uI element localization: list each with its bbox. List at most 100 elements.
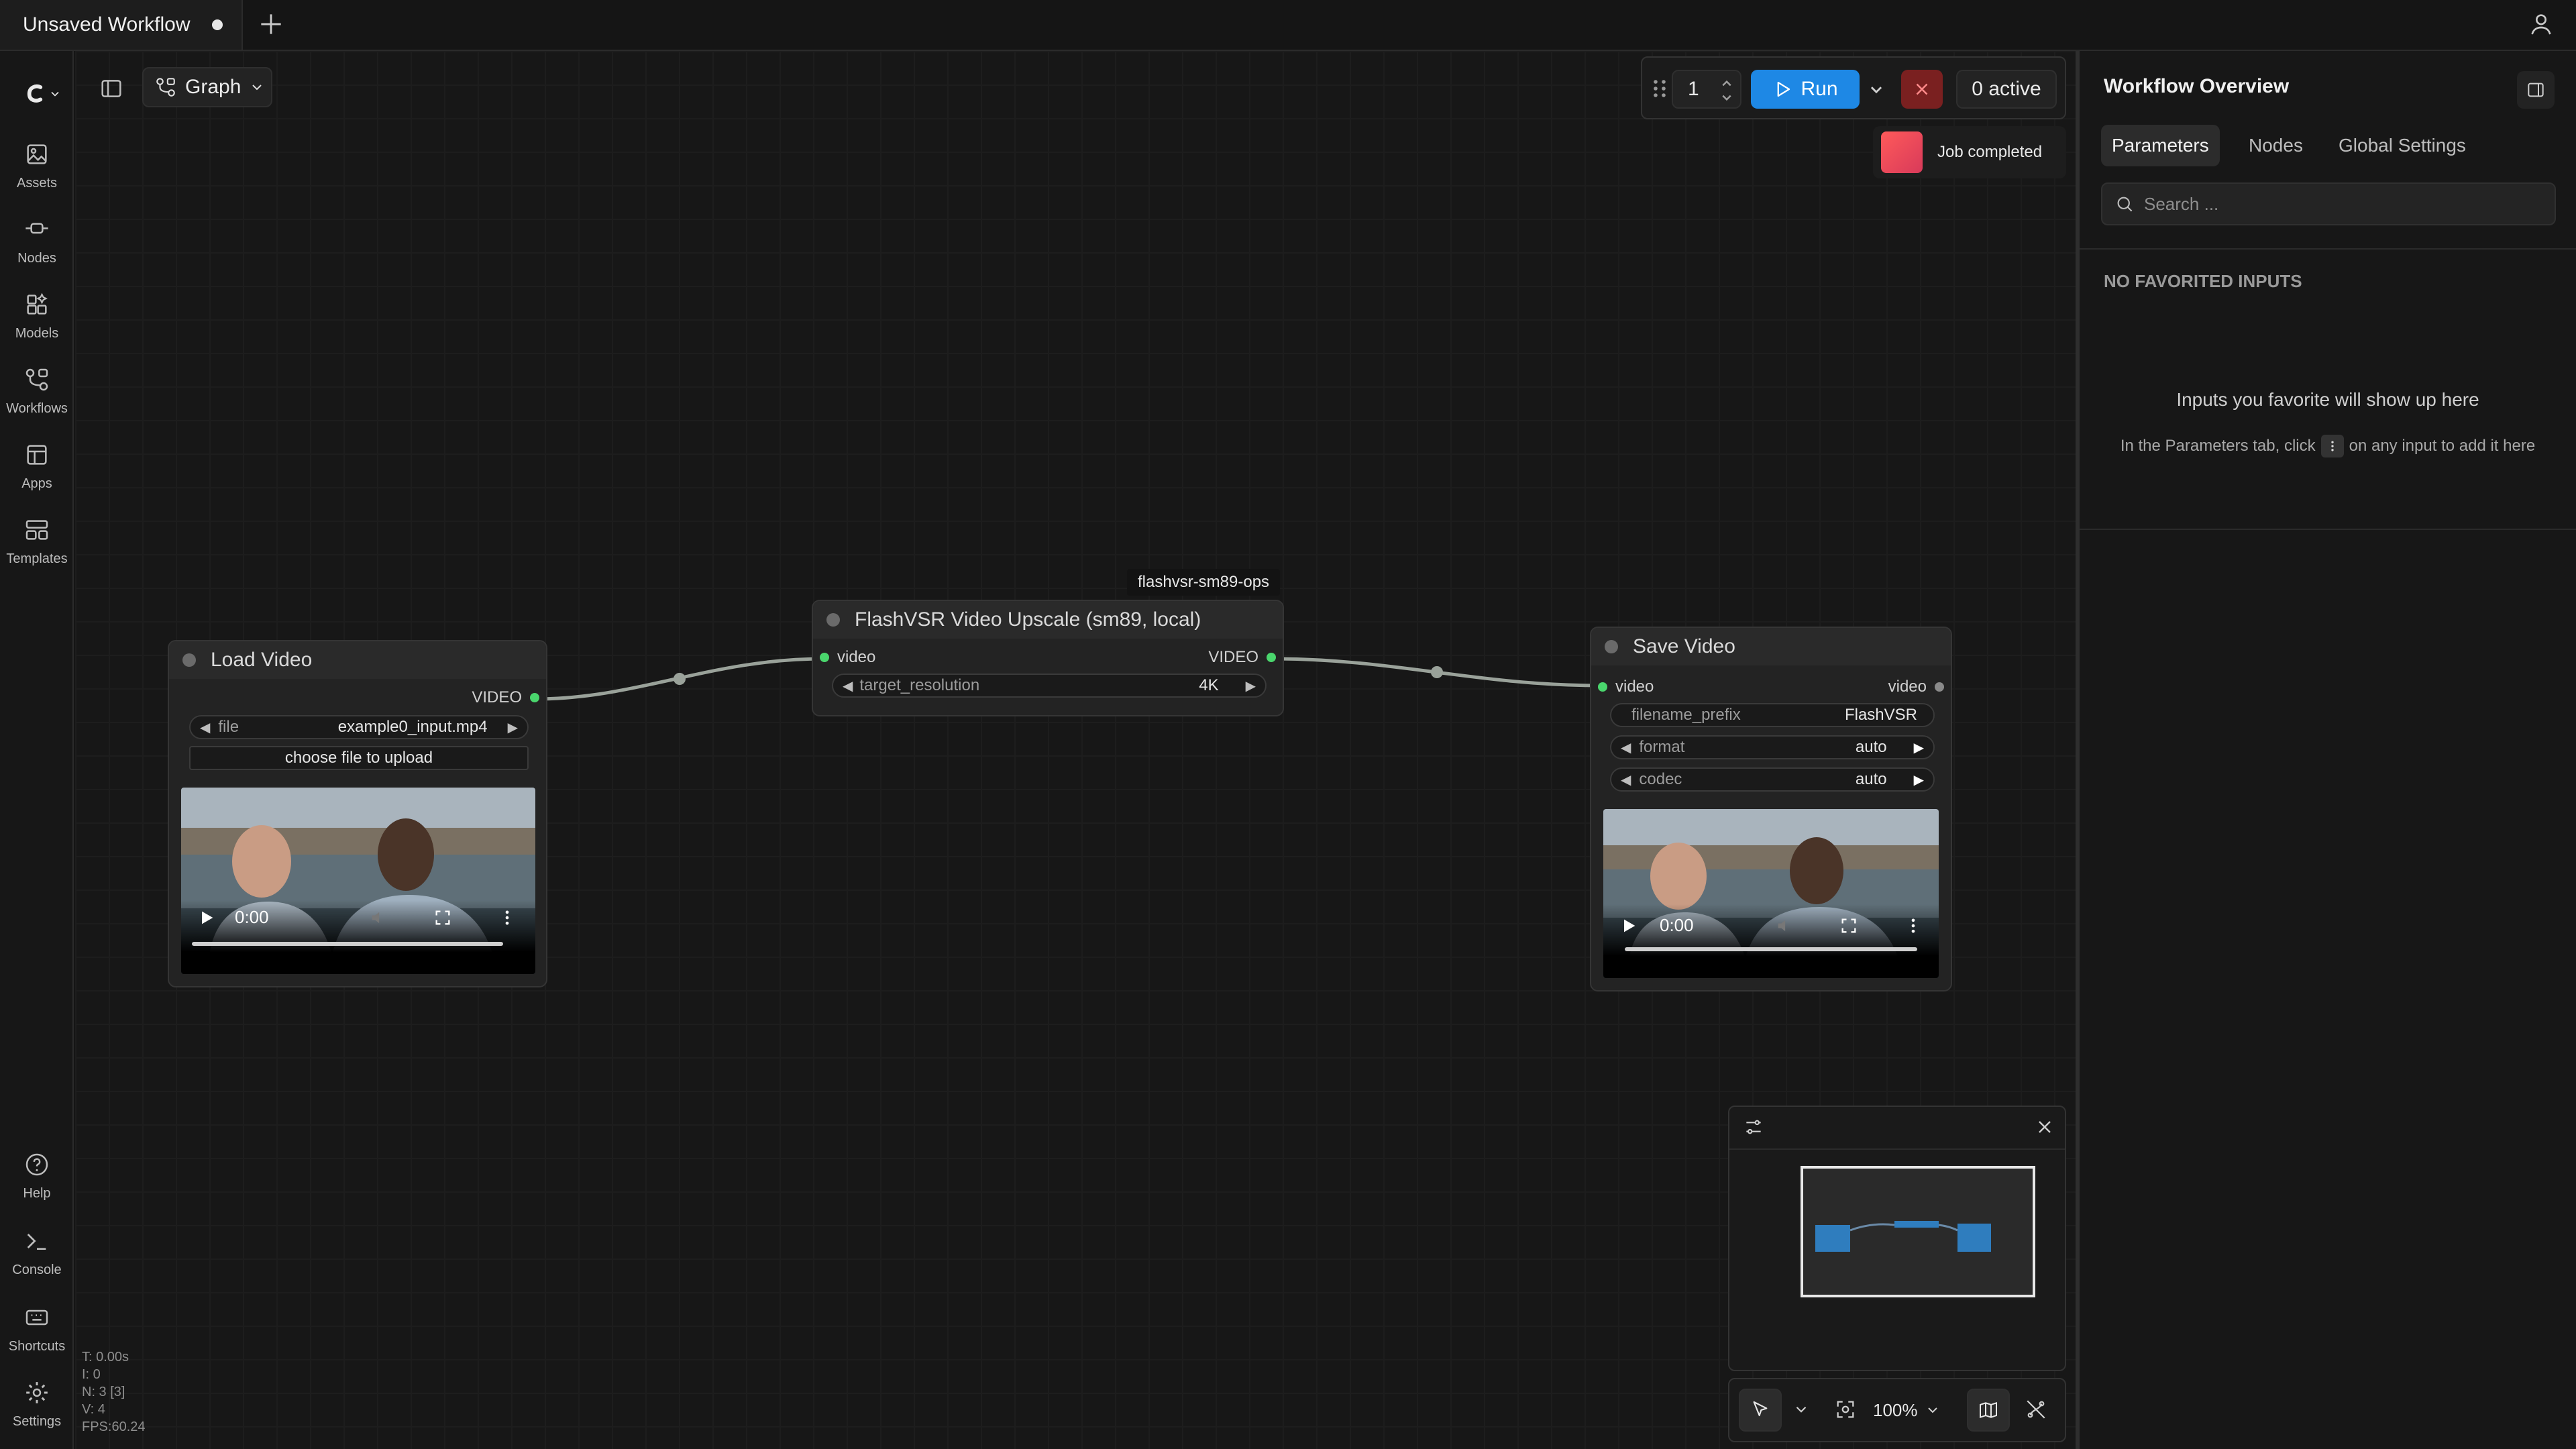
- stepper-arrows-icon[interactable]: [1720, 75, 1733, 106]
- output-slot-video[interactable]: VIDEO: [1208, 648, 1276, 667]
- sidebar-item-console[interactable]: Console: [0, 1228, 74, 1278]
- input-slot-video[interactable]: video: [1598, 678, 1654, 696]
- volume-icon[interactable]: [1775, 916, 1794, 935]
- node-title: FlashVSR Video Upscale (sm89, local): [855, 608, 1201, 631]
- app-logo[interactable]: [21, 80, 62, 107]
- sidebar-item-settings[interactable]: Settings: [0, 1379, 74, 1430]
- search-input[interactable]: Search ...: [2101, 182, 2556, 225]
- minimap-viewport[interactable]: [1801, 1166, 2035, 1297]
- more-vertical-icon[interactable]: [1904, 916, 1923, 935]
- tab-global-settings[interactable]: Global Settings: [2328, 125, 2477, 166]
- play-icon[interactable]: [1619, 916, 1638, 935]
- upload-file-button[interactable]: choose file to upload: [189, 746, 529, 770]
- fullscreen-icon[interactable]: [1839, 916, 1858, 935]
- drag-handle-icon[interactable]: [1652, 78, 1668, 99]
- node-header[interactable]: FlashVSR Video Upscale (sm89, local): [813, 601, 1283, 639]
- arrow-left-icon[interactable]: ◀: [1621, 771, 1631, 788]
- slot-label: VIDEO: [472, 688, 522, 706]
- output-slot-video[interactable]: video: [1888, 678, 1944, 696]
- node-collapse-dot[interactable]: [1605, 640, 1618, 653]
- view-mode-label: Graph: [185, 76, 241, 98]
- sliders-icon[interactable]: [1743, 1116, 1764, 1138]
- console-icon: [27, 1234, 46, 1250]
- arrow-left-icon[interactable]: ◀: [843, 678, 853, 694]
- run-button[interactable]: Run: [1751, 70, 1860, 109]
- node-header[interactable]: Load Video: [169, 641, 546, 679]
- batch-count-stepper[interactable]: 1: [1672, 70, 1741, 109]
- node-header[interactable]: Save Video: [1591, 628, 1951, 665]
- video-progress-bar[interactable]: [192, 942, 503, 946]
- arrow-left-icon[interactable]: ◀: [200, 719, 210, 736]
- toggle-right-panel-button[interactable]: [2517, 71, 2555, 109]
- zoom-dropdown[interactable]: 100%: [1873, 1394, 1941, 1426]
- output-slot-video[interactable]: VIDEO: [472, 688, 539, 707]
- sidebar-item-help[interactable]: Help: [0, 1151, 74, 1201]
- toggle-panel-icon[interactable]: [98, 75, 125, 102]
- tab-parameters[interactable]: Parameters: [2101, 125, 2220, 166]
- arrow-left-icon[interactable]: ◀: [1621, 739, 1631, 756]
- play-icon[interactable]: [197, 908, 216, 927]
- more-vertical-icon[interactable]: [498, 908, 517, 927]
- sidebar-item-templates[interactable]: Templates: [0, 517, 74, 567]
- minimap-panel[interactable]: [1728, 1106, 2066, 1371]
- sidebar-item-nodes[interactable]: Nodes: [0, 216, 74, 266]
- arrow-right-icon[interactable]: ▶: [1914, 739, 1924, 756]
- target-resolution-widget[interactable]: ◀ target_resolution 4K ▶: [832, 674, 1267, 698]
- divider: [2080, 529, 2576, 530]
- slot-dot-icon[interactable]: [1267, 653, 1276, 662]
- video-preview[interactable]: 0:00: [181, 788, 535, 974]
- node-title: Load Video: [211, 649, 313, 671]
- active-jobs-button[interactable]: 0 active: [1956, 70, 2057, 109]
- new-tab-plus-icon[interactable]: [256, 9, 286, 39]
- user-icon[interactable]: [2528, 11, 2555, 38]
- node-load-video[interactable]: Load Video VIDEO ◀ file example0_input.m…: [168, 640, 547, 987]
- slot-dot-icon[interactable]: [1935, 682, 1944, 692]
- widget-value: auto: [1855, 738, 1887, 756]
- minimap-divider: [1729, 1148, 2065, 1150]
- sidebar-item-apps[interactable]: Apps: [0, 441, 74, 492]
- filename-prefix-widget[interactable]: filename_prefix FlashVSR: [1610, 703, 1935, 727]
- widget-label: filename_prefix: [1631, 706, 1741, 724]
- sidebar-item-assets[interactable]: Assets: [0, 141, 74, 191]
- select-tool-button[interactable]: [1739, 1389, 1782, 1432]
- tab-nodes[interactable]: Nodes: [2238, 125, 2314, 166]
- workflow-tab[interactable]: Unsaved Workflow: [0, 0, 243, 50]
- view-mode-dropdown[interactable]: Graph: [142, 67, 272, 107]
- arrow-right-icon[interactable]: ▶: [508, 719, 518, 736]
- volume-icon[interactable]: [369, 908, 388, 927]
- fit-view-icon[interactable]: [1834, 1398, 1857, 1421]
- video-progress-bar[interactable]: [1625, 947, 1917, 951]
- arrow-right-icon[interactable]: ▶: [1914, 771, 1924, 788]
- node-collapse-dot[interactable]: [182, 653, 196, 667]
- node-collapse-dot[interactable]: [826, 613, 840, 627]
- sidebar-item-models[interactable]: Models: [0, 291, 74, 341]
- close-icon: [1916, 83, 1928, 95]
- sidebar-item-shortcuts[interactable]: Shortcuts: [0, 1304, 74, 1354]
- input-slot-video[interactable]: video: [820, 648, 875, 667]
- video-preview[interactable]: 0:00: [1603, 809, 1939, 978]
- run-options-chevron-icon[interactable]: [1865, 74, 1888, 105]
- slot-dot-icon[interactable]: [1598, 682, 1607, 692]
- stat-time: T: 0.00s: [82, 1350, 129, 1364]
- close-icon[interactable]: [2034, 1116, 2055, 1138]
- arrow-right-icon[interactable]: ▶: [1246, 678, 1256, 694]
- hide-links-icon[interactable]: [2025, 1398, 2047, 1421]
- cancel-run-button[interactable]: [1901, 70, 1943, 109]
- codec-combo-widget[interactable]: ◀ codec auto ▶: [1610, 767, 1935, 792]
- slot-dot-icon[interactable]: [530, 693, 539, 702]
- fullscreen-icon[interactable]: [433, 908, 452, 927]
- chevron-down-icon[interactable]: [1792, 1401, 1810, 1418]
- format-combo-widget[interactable]: ◀ format auto ▶: [1610, 735, 1935, 759]
- sidebar-item-label: Settings: [12, 1414, 62, 1429]
- node-flashvsr-upscale[interactable]: FlashVSR Video Upscale (sm89, local) vid…: [812, 600, 1284, 716]
- job-status-toast[interactable]: Job completed: [1873, 126, 2066, 178]
- node-save-video[interactable]: Save Video video video filename_prefix F…: [1590, 627, 1952, 991]
- chevron-down-icon: [1927, 1407, 1937, 1413]
- sidebar-item-label: Assets: [16, 176, 58, 191]
- zoom-value: 100%: [1873, 1399, 1918, 1420]
- file-combo-widget[interactable]: ◀ file example0_input.mp4 ▶: [189, 715, 529, 739]
- toggle-minimap-button[interactable]: [1967, 1389, 2010, 1432]
- slot-dot-icon[interactable]: [820, 653, 829, 662]
- tab-label: Parameters: [2112, 135, 2209, 156]
- sidebar-item-workflows[interactable]: Workflows: [0, 366, 74, 417]
